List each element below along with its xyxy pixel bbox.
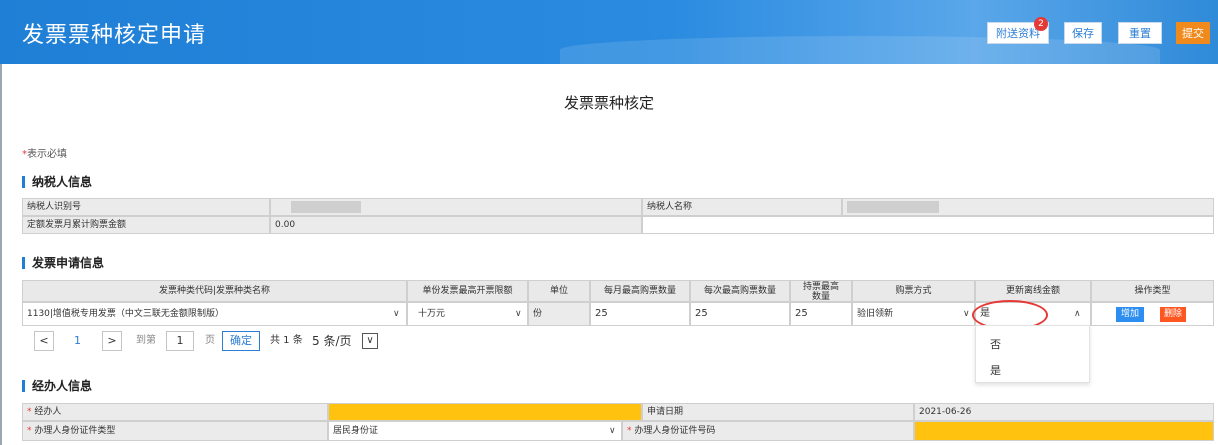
total-count: 共 1 条: [270, 335, 303, 346]
col-header-monthly-max: 每月最高购票数量: [590, 280, 690, 302]
redacted-taxpayer-id: [291, 201, 361, 213]
delete-row-button[interactable]: 删除: [1160, 307, 1186, 322]
col-header-per-time-max: 每次最高购票数量: [690, 280, 790, 302]
handler-label: * 经办人: [22, 403, 328, 421]
operation-cell: 增加 删除: [1091, 302, 1214, 326]
col-header-invoice-type: 发票种类代码|发票种类名称: [22, 280, 407, 302]
quota-amount-value: 0.00: [270, 216, 642, 234]
taxpayer-id-value: [270, 198, 642, 216]
handler-label-text: 经办人: [34, 407, 62, 417]
limit-select[interactable]: 十万元 ∨: [407, 302, 528, 326]
submit-button[interactable]: 提交: [1176, 22, 1210, 44]
id-type-label-text: 办理人身份证件类型: [34, 426, 116, 436]
chevron-down-icon: ∨: [609, 426, 616, 436]
per-time-max-input[interactable]: 25: [690, 302, 790, 326]
unit-value: 份: [528, 302, 590, 326]
prev-page-button[interactable]: <: [34, 331, 54, 351]
col-header-limit: 单份发票最高开票限额: [407, 280, 528, 302]
current-page[interactable]: 1: [74, 331, 81, 351]
id-type-value: 居民身份证: [333, 426, 379, 436]
limit-value: 十万元: [418, 309, 446, 319]
invoice-type-select[interactable]: 1130|增值税专用发票（中文三联无金额限制版） ∨: [22, 302, 407, 326]
required-star: *: [627, 426, 632, 436]
section-application-title: 发票申请信息: [22, 257, 104, 269]
app-title: 发票票种核定申请: [22, 23, 207, 48]
redacted-taxpayer-name: [847, 201, 939, 213]
goto-label: 到第: [136, 335, 156, 346]
taxpayer-id-label: 纳税人识别号: [22, 198, 270, 216]
attachment-count-badge: 2: [1034, 17, 1048, 31]
reset-button[interactable]: 重置: [1118, 22, 1162, 44]
quota-amount-empty: [642, 216, 1214, 234]
id-number-label-text: 办理人身份证件号码: [634, 426, 716, 436]
taxpayer-name-value: [842, 198, 1214, 216]
window-edge: [0, 64, 2, 445]
col-header-operation: 操作类型: [1091, 280, 1214, 302]
required-star: *: [27, 426, 32, 436]
chevron-down-icon: ∨: [393, 309, 400, 319]
required-star: *: [27, 407, 32, 417]
id-number-label: * 办理人身份证件号码: [622, 421, 914, 441]
col-header-update-offline: 更新离线金额: [975, 280, 1091, 302]
top-banner: 发票票种核定申请 附送资料 保存 重置 提交 2: [0, 0, 1218, 64]
update-offline-dropdown: 否 是: [975, 325, 1090, 383]
section-handler-title: 经办人信息: [22, 380, 92, 392]
apply-date-value: 2021-06-26: [914, 403, 1214, 421]
col-header-unit: 单位: [528, 280, 590, 302]
save-button[interactable]: 保存: [1064, 22, 1102, 44]
confirm-page-button[interactable]: 确定: [222, 331, 260, 351]
page-heading: 发票票种核定: [563, 94, 654, 112]
page-size-dropdown-icon[interactable]: ∨: [362, 333, 378, 349]
quota-amount-label: 定额发票月累计购票金额: [22, 216, 270, 234]
taxpayer-name-label: 纳税人名称: [642, 198, 842, 216]
apply-date-label: 申请日期: [642, 403, 914, 421]
section-taxpayer-title: 纳税人信息: [22, 176, 92, 188]
method-value: 验旧领新: [857, 309, 894, 319]
page-suffix-label: 页: [205, 335, 215, 346]
chevron-down-icon: ∨: [515, 309, 522, 319]
add-row-button[interactable]: 增加: [1116, 307, 1144, 322]
monthly-max-input[interactable]: 25: [590, 302, 690, 326]
goto-page-input[interactable]: 1: [166, 331, 194, 351]
hold-max-input[interactable]: 25: [790, 302, 852, 326]
required-note-text: 表示必填: [27, 149, 67, 160]
method-select[interactable]: 验旧领新 ∨: [852, 302, 975, 326]
col-header-hold-max: 持票最高数量: [790, 280, 852, 302]
dropdown-option-no[interactable]: 否: [990, 336, 1001, 352]
id-type-label: * 办理人身份证件类型: [22, 421, 328, 441]
next-page-button[interactable]: >: [102, 331, 122, 351]
col-header-method: 购票方式: [852, 280, 975, 302]
dropdown-option-yes[interactable]: 是: [990, 362, 1001, 378]
invoice-type-value: 1130|增值税专用发票（中文三联无金额限制版）: [27, 309, 224, 319]
page-size-value: 5 条/页: [312, 334, 352, 348]
required-note: *表示必填: [22, 145, 67, 160]
chevron-down-icon: ∨: [963, 309, 970, 319]
id-type-select[interactable]: 居民身份证 ∨: [328, 421, 622, 441]
id-number-input[interactable]: [914, 421, 1214, 441]
chevron-up-icon: ∧: [1074, 309, 1081, 319]
handler-input[interactable]: [328, 403, 642, 421]
